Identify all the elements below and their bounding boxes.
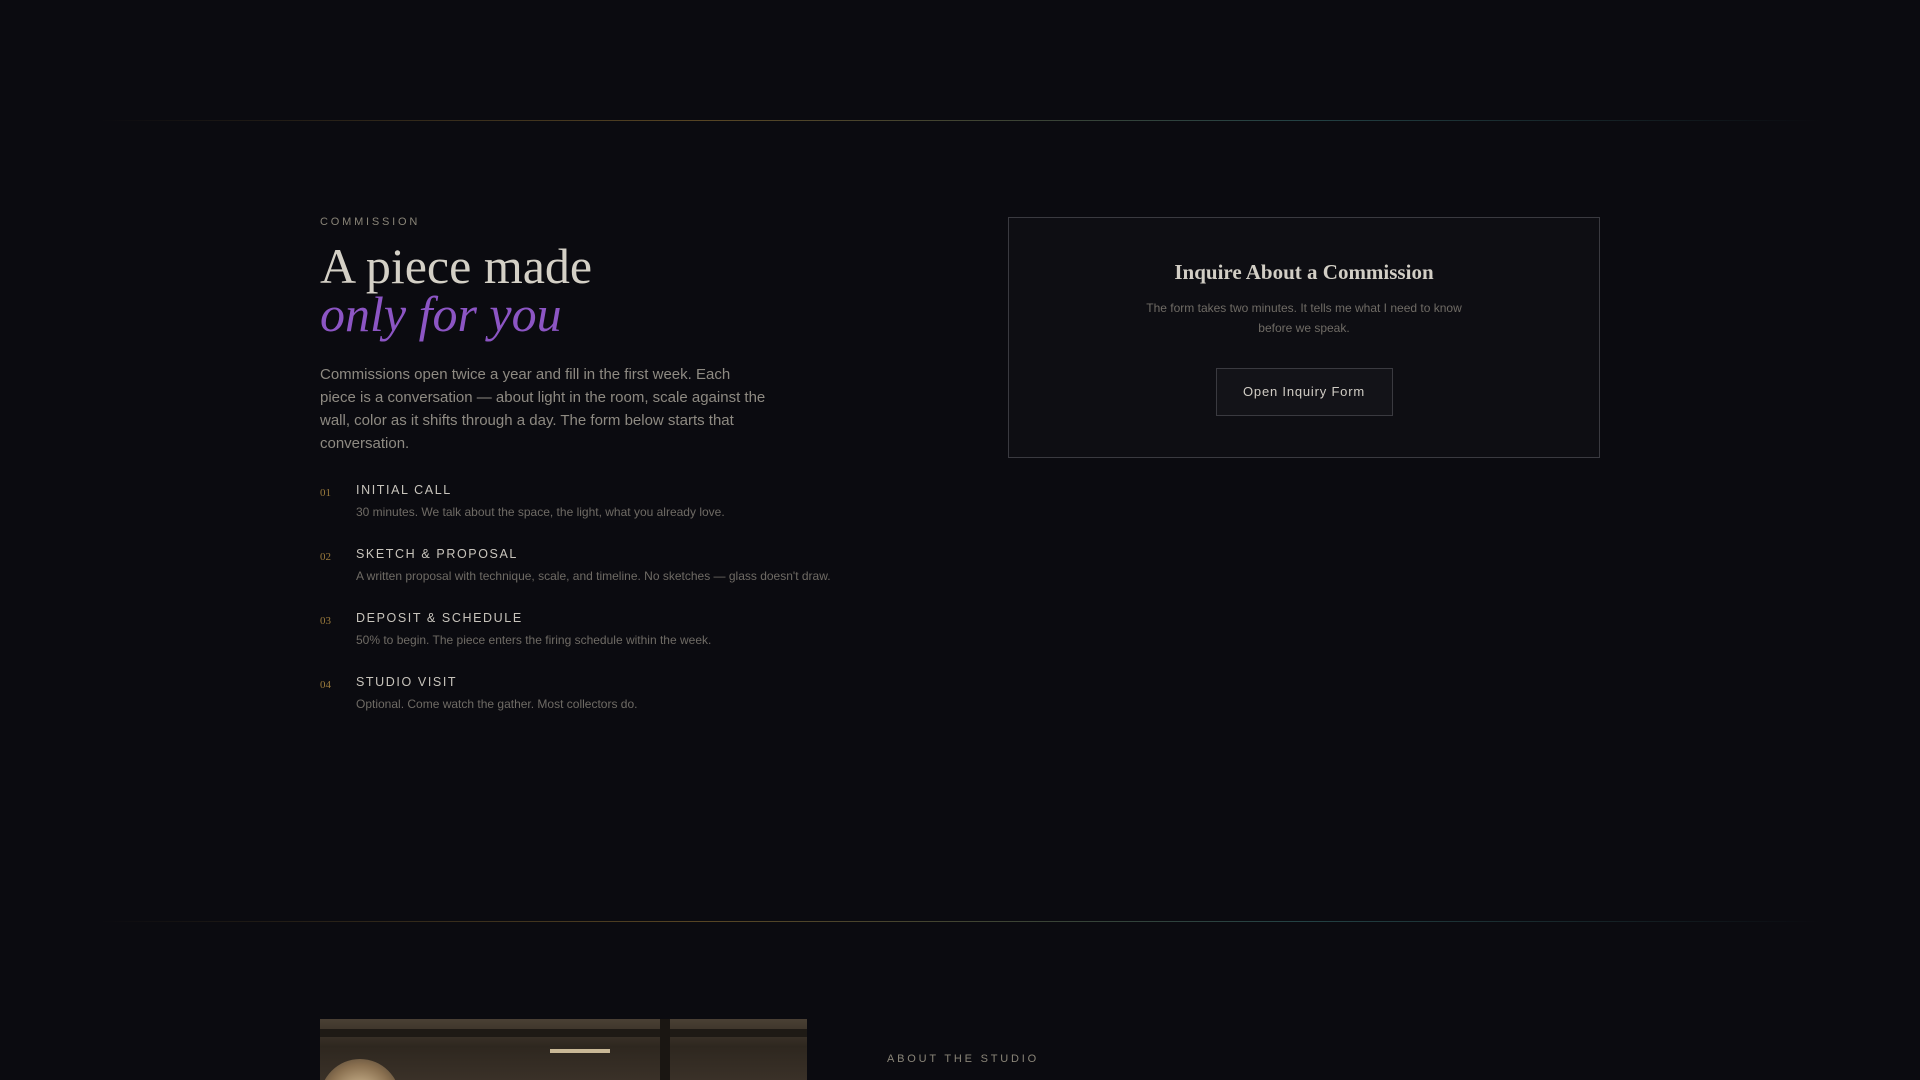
commission-eyebrow: COMMISSION [320, 216, 421, 228]
step-title: STUDIO VISIT [356, 675, 458, 689]
step-description: A written proposal with technique, scale… [356, 569, 831, 583]
step-title: SKETCH & PROPOSAL [356, 547, 518, 561]
section-divider-top [100, 120, 1820, 121]
step-number: 02 [320, 551, 331, 563]
photo-lamp [320, 1059, 400, 1080]
step-number: 04 [320, 679, 331, 691]
inquiry-card-subtitle: The form takes two minutes. It tells me … [1146, 301, 1462, 335]
step-number: 03 [320, 615, 331, 627]
step-title: INITIAL CALL [356, 483, 452, 497]
process-steps: 01 INITIAL CALL 30 minutes. We talk abou… [320, 483, 880, 739]
step-description: 30 minutes. We talk about the space, the… [356, 505, 725, 519]
about-studio-eyebrow: ABOUT THE STUDIO [887, 1053, 1039, 1065]
photo-light [550, 1049, 610, 1053]
process-step: 02 SKETCH & PROPOSAL A written proposal … [320, 547, 880, 611]
step-title: DEPOSIT & SCHEDULE [356, 611, 523, 625]
process-step: 04 STUDIO VISIT Optional. Come watch the… [320, 675, 880, 739]
open-inquiry-form-button[interactable]: Open Inquiry Form [1215, 368, 1393, 416]
section-divider-bottom [100, 921, 1820, 922]
step-number: 01 [320, 487, 331, 499]
studio-photo [320, 1019, 807, 1080]
step-description: Optional. Come watch the gather. Most co… [356, 697, 638, 711]
inquiry-card-title: Inquire About a Commission [1174, 260, 1434, 284]
commission-section: COMMISSION A piece made only for you Com… [320, 216, 880, 739]
step-description: 50% to begin. The piece enters the firin… [356, 633, 712, 647]
inquiry-card: Inquire About a Commission The form take… [1008, 217, 1600, 458]
headline-line-2: only for you [320, 286, 562, 342]
photo-beam [660, 1019, 670, 1080]
commission-intro: Commissions open twice a year and fill i… [320, 366, 766, 452]
commission-headline: A piece made only for you [320, 241, 880, 342]
photo-beam [320, 1029, 807, 1037]
process-step: 03 DEPOSIT & SCHEDULE 50% to begin. The … [320, 611, 880, 675]
process-step: 01 INITIAL CALL 30 minutes. We talk abou… [320, 483, 880, 547]
